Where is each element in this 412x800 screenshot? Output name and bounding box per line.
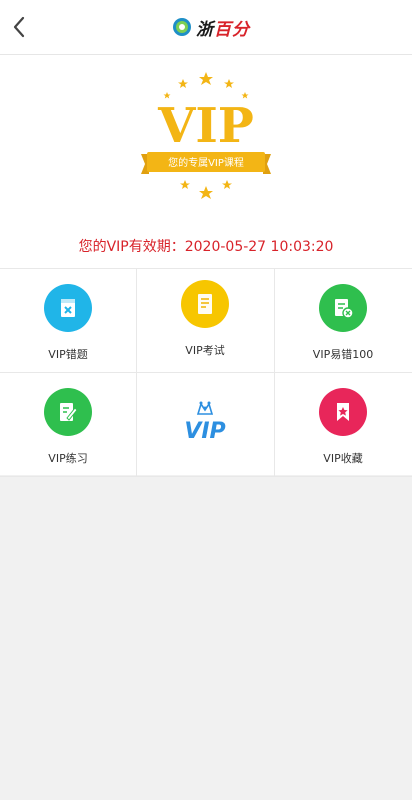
menu-label: VIP错题: [48, 348, 88, 361]
back-chevron-icon[interactable]: [8, 14, 32, 40]
grid-divider: [0, 476, 412, 477]
svg-text:VIP: VIP: [184, 419, 225, 444]
badge-vip-text: VIP: [157, 98, 254, 154]
menu-vip-logo[interactable]: VIP: [137, 372, 273, 476]
menu-vip-practice[interactable]: VIP练习: [0, 372, 136, 476]
menu-vip-favorites[interactable]: VIP收藏: [275, 372, 411, 476]
favorite-star-icon: [319, 388, 367, 436]
menu-vip-exam[interactable]: VIP考试: [137, 268, 273, 372]
vip-expiry-text: 您的VIP有效期：2020-05-27 10:03:20: [78, 239, 334, 255]
menu-label: VIP易错100: [312, 348, 374, 361]
menu-vip-error-prone[interactable]: VIP易错100: [275, 268, 411, 372]
error-prone-icon: [319, 284, 367, 332]
vip-badge: VIP 您的专属VIP课程: [141, 72, 271, 199]
menu-label: VIP考试: [185, 344, 225, 357]
menu-label: VIP练习: [48, 452, 88, 465]
vip-crown-logo: VIP: [184, 401, 226, 444]
badge-ribbon-text: 您的专属VIP课程: [168, 156, 244, 169]
app-logo: 浙百分: [172, 15, 250, 40]
top-bar: 浙百分: [0, 0, 412, 55]
logo-text: 浙百分: [196, 19, 250, 40]
logo-mark-icon: [173, 18, 191, 36]
menu-vip-wrong-questions[interactable]: VIP错题: [0, 268, 136, 372]
menu-label: VIP收藏: [323, 452, 363, 465]
wrong-question-icon: [44, 284, 92, 332]
exam-paper-icon: [181, 280, 229, 328]
practice-edit-icon: [44, 388, 92, 436]
